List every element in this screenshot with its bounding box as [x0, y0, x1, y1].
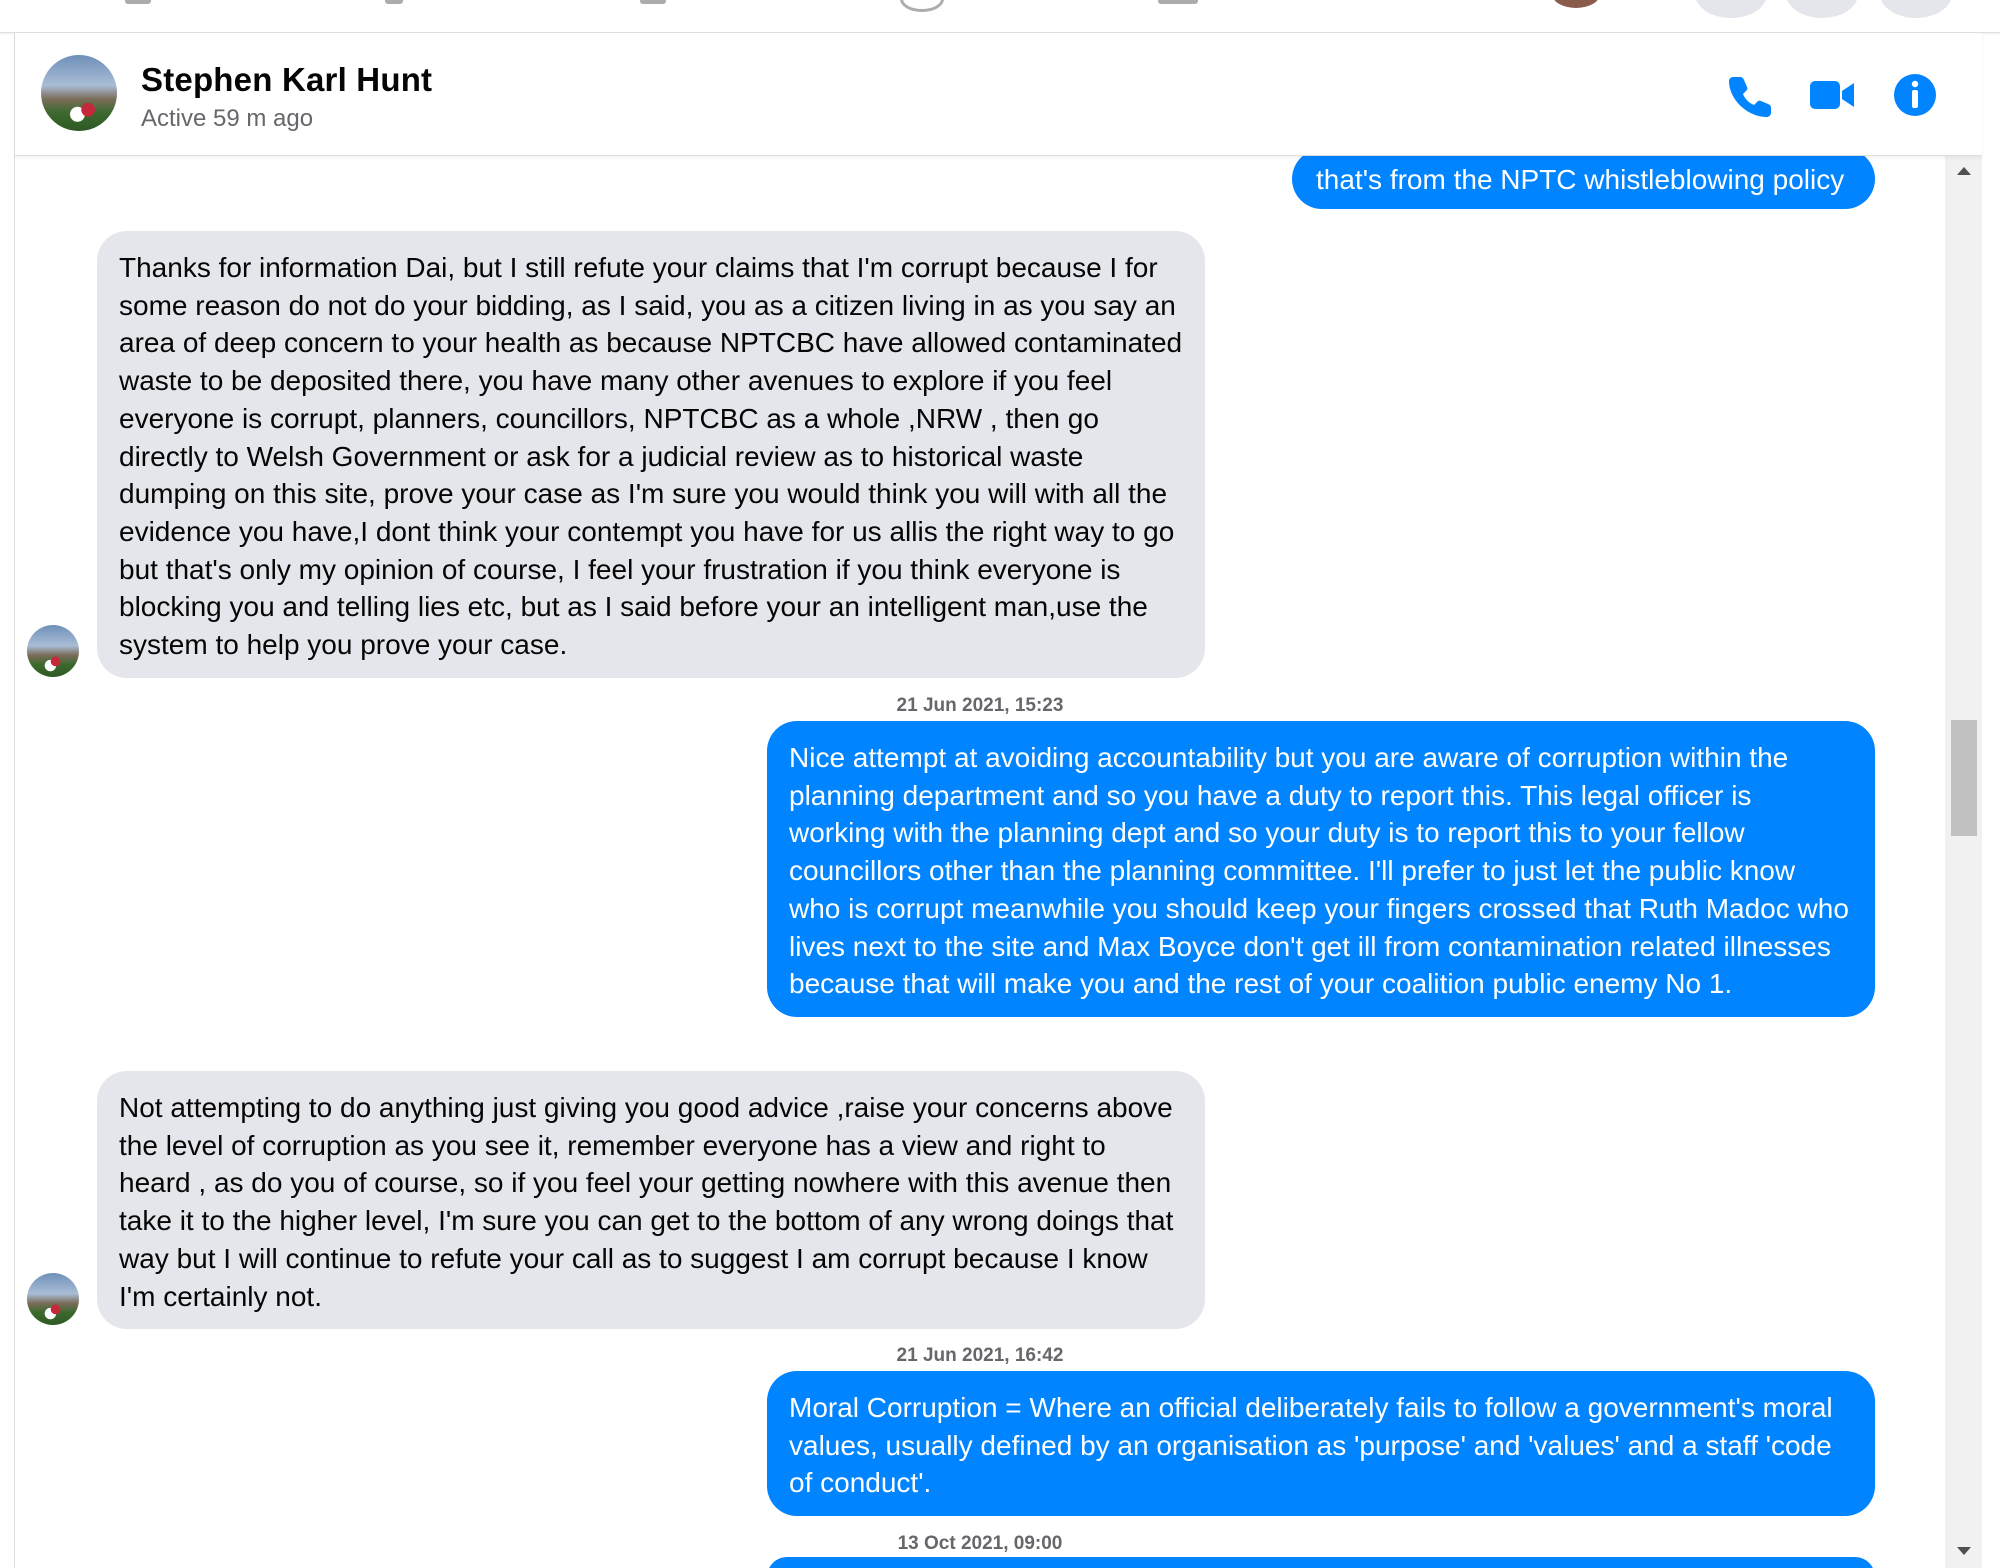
message-timestamp: 21 Jun 2021, 16:42 — [896, 1345, 1064, 1366]
top-navigation-bar — [0, 0, 2000, 33]
menu-button[interactable] — [1695, 0, 1767, 18]
notifications-button[interactable] — [1880, 0, 1952, 18]
outgoing-message[interactable]: Nice attempt at avoiding accountability … — [767, 721, 1875, 1017]
thread-scrollbar[interactable] — [1945, 155, 1982, 1568]
message-thread: that's from the NPTC whistleblowing poli… — [15, 155, 1945, 1568]
scroll-up-arrow-icon[interactable] — [1954, 161, 1974, 181]
contact-name[interactable]: Stephen Karl Hunt — [141, 61, 432, 99]
video-camera-icon[interactable] — [1808, 71, 1856, 119]
contact-avatar-small[interactable] — [27, 1273, 79, 1325]
message-timestamp: 13 Oct 2021, 09:00 — [897, 1533, 1063, 1554]
info-icon[interactable] — [1891, 71, 1939, 119]
groups-icon[interactable] — [900, 0, 944, 12]
incoming-message[interactable]: Not attempting to do anything just givin… — [97, 1071, 1205, 1330]
message-timestamp: 21 Jun 2021, 15:23 — [896, 695, 1064, 716]
incoming-message[interactable]: Thanks for information Dai, but I still … — [97, 231, 1205, 678]
outgoing-message[interactable]: that's from the NPTC whistleblowing poli… — [1292, 155, 1875, 209]
contact-avatar[interactable] — [41, 55, 117, 131]
home-icon[interactable] — [125, 0, 151, 4]
gaming-icon[interactable] — [1158, 0, 1198, 4]
outgoing-message[interactable]: Moral Corruption = Where an official del… — [767, 1371, 1875, 1517]
messenger-button[interactable] — [1786, 0, 1858, 18]
watch-icon[interactable] — [385, 0, 403, 4]
phone-icon[interactable] — [1727, 71, 1775, 119]
scrollbar-thumb[interactable] — [1951, 720, 1977, 836]
profile-avatar[interactable] — [1552, 0, 1600, 8]
contact-avatar-small[interactable] — [27, 625, 79, 677]
contact-status: Active 59 m ago — [141, 105, 314, 132]
scroll-down-arrow-icon[interactable] — [1954, 1541, 1974, 1561]
marketplace-icon[interactable] — [640, 0, 666, 4]
conversation-header: Stephen Karl Hunt Active 59 m ago — [15, 33, 1982, 156]
outgoing-message-partial[interactable] — [767, 1557, 1875, 1568]
